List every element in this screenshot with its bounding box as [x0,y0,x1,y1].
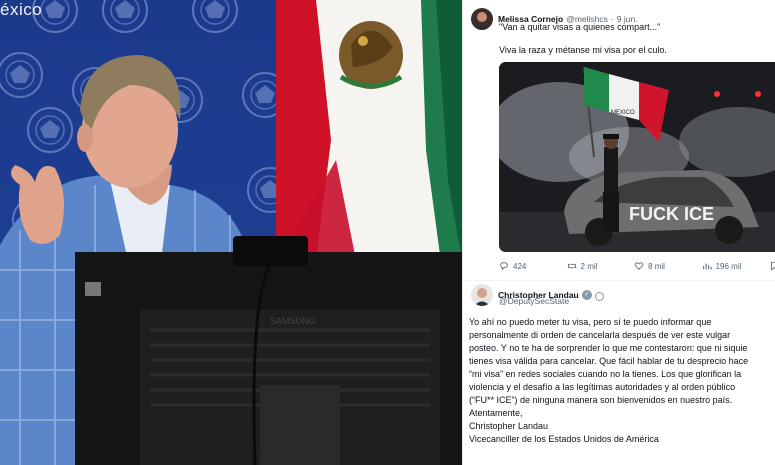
car-graffiti-text: FUCK ICE [629,204,714,224]
views-count: 196 mil [715,261,742,271]
reply-icon [500,262,508,271]
tweet-thread: Melissa Cornejo @melishcs · 9 jun. "Van … [462,0,775,465]
views-button[interactable]: 196 mil [702,259,770,273]
tweet2-line: tienes visa válida para cancelar. Que fá… [469,356,749,366]
tweet2-line: posteo. Y no te ha de sorprender lo que … [469,343,748,353]
bookmark-button[interactable] [769,259,775,273]
bookmark-icon [771,261,775,271]
tweet1-avatar[interactable] [471,8,493,30]
like-count: 8 mil [648,261,665,271]
tweet2-line: “mi visa” en redes sociales cuando no la… [469,369,742,379]
heart-icon [634,262,644,270]
repost-button[interactable]: 2 mil [567,259,635,273]
flag-text: MEXICO [611,110,635,116]
tweet2-line: Atentamente, [469,408,523,418]
views-icon [702,263,712,270]
tweet1-action-bar: 424 2 mil 8 mil 196 mil [499,259,775,273]
verified-badge-icon: ✓ [581,290,592,300]
tweet1-quote: "Van a quitar visas a quienes compart...… [499,22,661,32]
tweet2-line: Yo ahí no puedo meter tu visa, pero sí t… [469,317,712,327]
computer-monitor: SAMSUNG [75,236,462,465]
monitor-brand-label: SAMSUNG [270,316,316,326]
repost-icon [567,263,576,269]
tweet2-line: violencia y el desafío a las legítimas a… [469,382,736,392]
tweet2-line: personalmente di orden de cancelarla des… [469,330,731,340]
press-photo: éxico SAMSUNG [0,0,462,465]
reply-count: 424 [513,261,527,271]
government-badge-icon [594,291,604,301]
reply-button[interactable]: 424 [499,259,567,273]
tweet1-body: Viva la raza y métanse mi visa por el cu… [499,45,667,55]
tweet-divider [463,280,775,281]
tweet2-body: Yo ahí no puedo meter tu visa, pero sí t… [469,316,775,446]
tweet2-line: Vicecanciller de los Estados Unidos de A… [469,434,659,444]
like-button[interactable]: 8 mil [634,259,702,273]
tweet2-line: (“FU** ICE”) de ninguna manera son bienv… [469,395,733,405]
tweet2-avatar[interactable] [471,284,493,306]
tweet2-handle[interactable]: @DeputySecState [499,296,569,306]
tweet2-line: Christopher Landau [469,421,549,431]
tweet1-media-photo[interactable]: FUCK ICE MEXICO [499,62,775,252]
repost-count: 2 mil [580,261,598,271]
